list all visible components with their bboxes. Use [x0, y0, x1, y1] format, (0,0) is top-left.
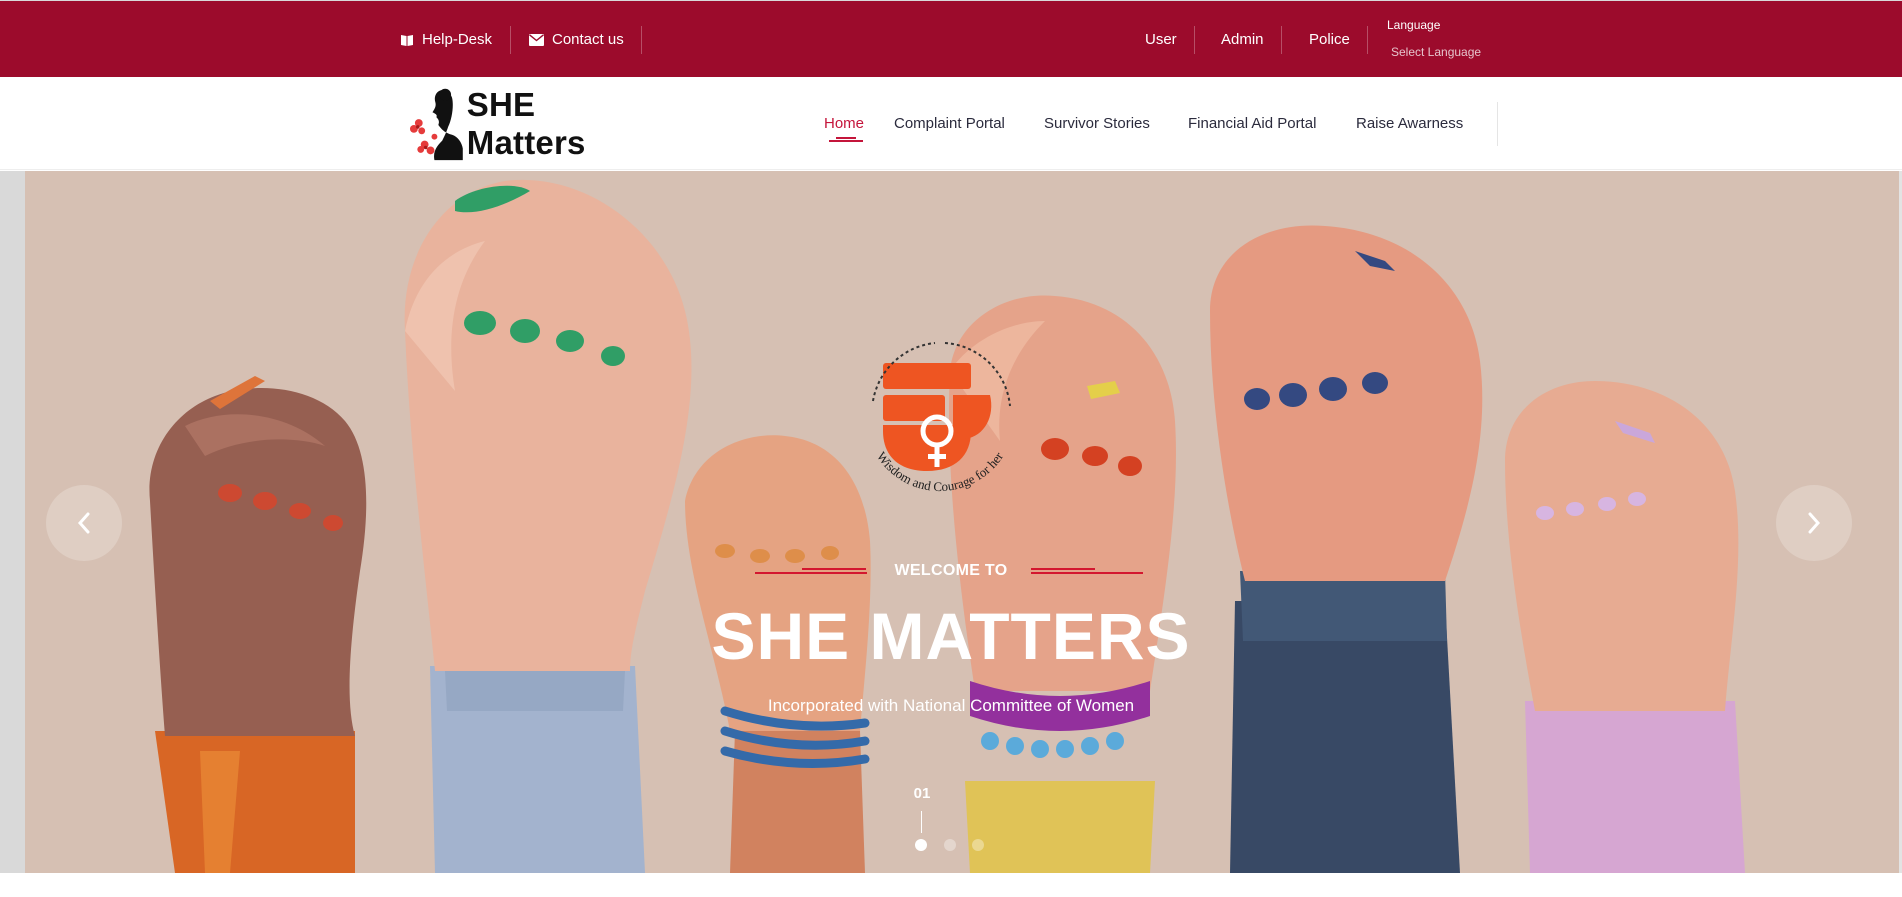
hero-slider: Wisdom and Courage for her WELCOME TO SH…	[0, 171, 1902, 873]
admin-label: Admin	[1221, 31, 1264, 48]
chevron-right-icon	[1808, 512, 1821, 534]
nav-survivor-stories-label: Survivor Stories	[1044, 115, 1150, 132]
slide-dot-2[interactable]	[944, 839, 956, 851]
raised-fists-illustration	[25, 171, 1899, 873]
active-underline	[829, 140, 863, 142]
book-icon	[401, 34, 413, 46]
nav-home[interactable]: Home	[824, 77, 864, 170]
divider	[1497, 102, 1498, 146]
next-slide-button[interactable]	[1776, 485, 1852, 561]
language-select[interactable]: Select Language	[1391, 45, 1481, 59]
helpdesk-label: Help-Desk	[422, 31, 493, 48]
language-label: Language	[1387, 18, 1441, 32]
nav-raise-awareness[interactable]: Raise Awarness	[1356, 77, 1463, 170]
slide-dot-1[interactable]	[915, 839, 927, 851]
divider	[1194, 26, 1195, 54]
active-underline	[836, 137, 856, 139]
hero-title: SHE MATTERS	[711, 599, 1191, 673]
slider-edge	[0, 171, 25, 873]
contact-link[interactable]: Contact us	[529, 1, 624, 78]
nav-raise-awareness-label: Raise Awarness	[1356, 115, 1464, 132]
nav-financial-aid-portal[interactable]: Financial Aid Portal	[1188, 77, 1316, 170]
site-logo[interactable]: SHE Matters	[409, 86, 659, 161]
prev-slide-button[interactable]	[46, 485, 122, 561]
helpdesk-link[interactable]: Help-Desk	[400, 1, 492, 78]
divider	[510, 26, 511, 54]
main-nav: SHE Matters Home Complaint Portal Surviv…	[0, 77, 1902, 170]
nav-financial-aid-portal-label: Financial Aid Portal	[1188, 115, 1317, 132]
nav-survivor-stories[interactable]: Survivor Stories	[1044, 77, 1150, 170]
user-login-link[interactable]: User	[1145, 1, 1177, 78]
slide-indicator-line	[921, 811, 922, 833]
hero-subtitle: Incorporated with National Committee of …	[767, 696, 1135, 715]
ncw-emblem-icon: Wisdom and Courage for her	[872, 342, 1011, 494]
contact-label: Contact us	[552, 31, 624, 48]
police-label: Police	[1309, 31, 1350, 48]
admin-login-link[interactable]: Admin	[1221, 1, 1264, 78]
divider	[1367, 26, 1368, 54]
welcome-heading: WELCOME TO	[894, 562, 1008, 579]
slide-dot-3[interactable]	[972, 839, 984, 851]
divider	[641, 26, 642, 54]
user-label: User	[1145, 31, 1177, 48]
divider	[1281, 26, 1282, 54]
nav-complaint-portal-label: Complaint Portal	[894, 115, 1005, 132]
police-login-link[interactable]: Police	[1309, 1, 1350, 78]
slide-number: 01	[913, 785, 931, 802]
nav-home-label: Home	[824, 115, 865, 132]
nav-complaint-portal[interactable]: Complaint Portal	[894, 77, 1005, 170]
top-bar: Help-Desk Contact us User Admin Police L…	[0, 0, 1902, 77]
logo-text: SHE Matters	[466, 86, 586, 161]
chevron-left-icon	[77, 512, 90, 534]
woman-silhouette-logo-icon	[409, 88, 463, 161]
envelope-icon	[529, 33, 544, 46]
welcome-row: WELCOME TO	[0, 556, 1902, 586]
